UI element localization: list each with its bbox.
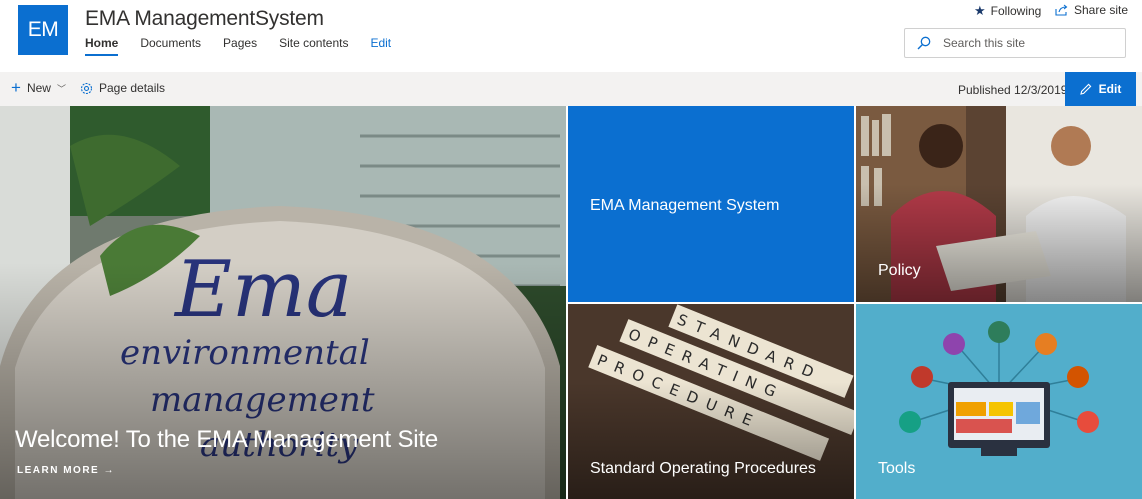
pencil-icon bbox=[1079, 83, 1092, 95]
search-input[interactable] bbox=[943, 36, 1103, 50]
hero-tile-policy[interactable]: Policy bbox=[856, 106, 1142, 302]
nav-edit-link[interactable]: Edit bbox=[370, 36, 391, 58]
nav-item-documents[interactable]: Documents bbox=[140, 36, 201, 58]
site-title[interactable]: EMA ManagementSystem bbox=[85, 7, 324, 31]
nav-item-home[interactable]: Home bbox=[85, 36, 119, 58]
search-box[interactable] bbox=[904, 28, 1126, 58]
chevron-down-icon: ﹀ bbox=[56, 83, 66, 94]
nav-item-pages[interactable]: Pages bbox=[223, 36, 257, 58]
gear-icon bbox=[80, 82, 93, 94]
page-details-label: Page details bbox=[99, 81, 166, 95]
share-site-button[interactable]: Share site bbox=[1055, 3, 1128, 17]
plus-icon: + bbox=[11, 78, 21, 97]
following-label: Following bbox=[990, 4, 1042, 18]
learn-more-link[interactable]: LEARN MORE → bbox=[17, 465, 115, 476]
edit-page-label: Edit bbox=[1098, 82, 1122, 96]
edit-page-button[interactable]: Edit bbox=[1065, 72, 1136, 106]
share-icon bbox=[1055, 4, 1068, 16]
tile-label: Policy bbox=[878, 262, 921, 279]
tile-shade bbox=[568, 382, 854, 499]
new-label: New bbox=[26, 81, 51, 95]
published-status: Published 12/3/2019 bbox=[958, 83, 1068, 97]
following-button[interactable]: ★ Following bbox=[974, 3, 1041, 19]
tile-label: EMA Management System bbox=[590, 197, 780, 214]
share-site-label: Share site bbox=[1074, 3, 1129, 17]
site-logo[interactable]: EM bbox=[18, 5, 68, 55]
hero-tile-standard-operating-procedures[interactable]: STANDARD OPERATING PROCEDURE Standard Op… bbox=[568, 304, 854, 499]
tile-shade bbox=[856, 184, 1142, 302]
site-nav: Home Documents Pages Site contents Edit bbox=[85, 36, 413, 58]
page-details-button[interactable]: Page details bbox=[80, 81, 165, 95]
hero-tile-ema-management-system[interactable]: EMA Management System bbox=[568, 106, 854, 302]
command-bar: + New ﹀ Page details Published 12/3/2019… bbox=[0, 72, 1142, 106]
new-button[interactable]: + New ﹀ bbox=[11, 78, 66, 97]
nav-item-site-contents[interactable]: Site contents bbox=[279, 36, 348, 58]
hero-main-tile[interactable]: Ema environmental management authority W… bbox=[0, 106, 566, 499]
site-header: EM EMA ManagementSystem Home Documents P… bbox=[0, 0, 1142, 72]
site-logo-text: EM bbox=[27, 18, 59, 41]
tile-label: Standard Operating Procedures bbox=[590, 460, 816, 477]
star-icon: ★ bbox=[974, 3, 986, 18]
hero-shade bbox=[0, 263, 566, 499]
tile-label: Tools bbox=[878, 460, 916, 477]
search-icon bbox=[917, 36, 931, 50]
hero-tile-tools[interactable]: Tools bbox=[856, 304, 1142, 499]
hero-title: Welcome! To the EMA Management Site bbox=[15, 426, 438, 453]
